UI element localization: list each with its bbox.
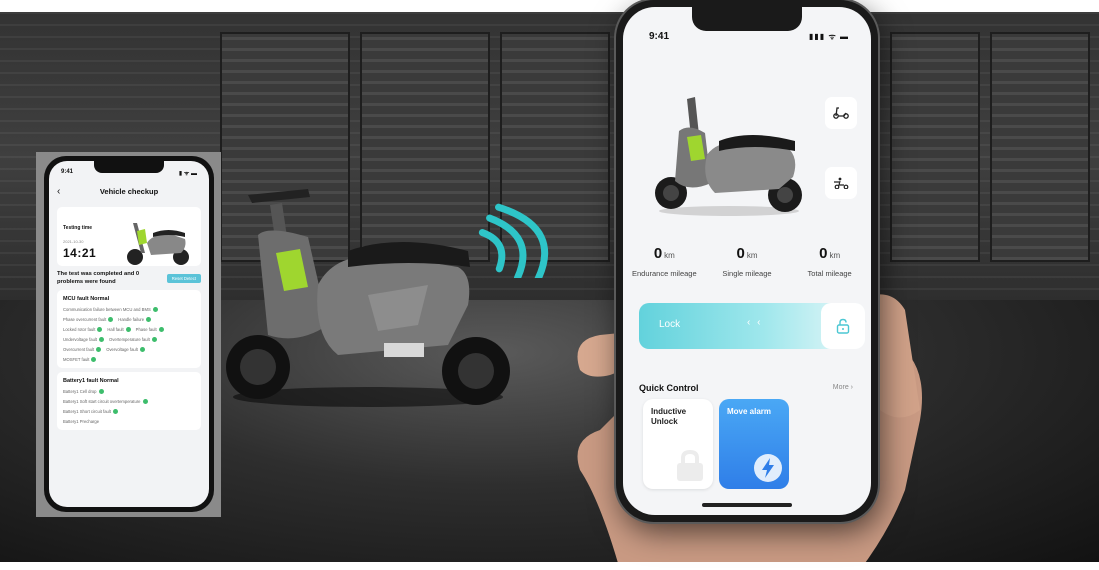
fault-item: Locked rotor fault	[63, 327, 103, 332]
home-indicator[interactable]	[702, 503, 792, 507]
rider-mode-button[interactable]	[825, 167, 857, 199]
mcu-section-title: MCU fault Normal	[63, 296, 110, 302]
scooter-mode-button[interactable]	[825, 97, 857, 129]
fault-item: Communication failure between MCU and BM…	[63, 307, 195, 312]
left-status-icons: ▮ ᯤ ▬	[178, 171, 197, 177]
lock-slider-handle[interactable]	[821, 303, 865, 349]
check-icon	[152, 307, 158, 312]
move-alarm-card[interactable]: Move alarm	[719, 399, 789, 489]
right-phone-frame: 9:41 ▮▮▮ ᯤ ▬ 0 km Endurance mileage 0 km…	[616, 0, 878, 522]
result-text: The test was completed and 0 problems we…	[57, 271, 140, 285]
check-icon	[151, 337, 157, 342]
fault-item: Battery1 Soft start circuit overtemperat…	[63, 399, 195, 404]
page-title: Vehicle checkup	[99, 187, 159, 196]
battery-items: Battery1 Cell drop Battery1 Soft start c…	[63, 389, 195, 424]
fault-item: Overtemperature fault	[109, 337, 157, 342]
padlock-icon	[677, 449, 703, 481]
wall-panel	[890, 32, 980, 262]
fault-item: Phase overcurrent fault	[63, 317, 114, 322]
mcu-fault-section: MCU fault Normal Communication failure b…	[57, 290, 201, 368]
check-icon	[108, 317, 114, 322]
mcu-items: Communication failure between MCU and BM…	[63, 307, 195, 362]
lock-slider[interactable]: Lock ‹ ‹	[639, 303, 865, 349]
right-status-icons: ▮▮▮ ᯤ ▬	[809, 32, 849, 41]
check-icon	[98, 389, 104, 394]
bottom-white-strip	[0, 562, 1099, 570]
battery-fault-section: Battery1 fault Normal Battery1 Cell drop…	[57, 372, 201, 430]
quick-control-heading: Quick Control	[639, 383, 699, 393]
left-phone-notch	[94, 161, 164, 173]
fault-item: Overvoltage fault	[106, 347, 145, 352]
fault-item: Battery1 Precharge	[63, 419, 100, 424]
check-icon	[97, 327, 103, 332]
fault-item: Phase fault	[136, 327, 164, 332]
check-icon	[112, 409, 118, 414]
left-phone-frame: 9:41 ▮ ᯤ ▬ ‹ Vehicle checkup Testing tim…	[44, 156, 214, 512]
slide-arrows-icon: ‹ ‹	[747, 317, 763, 328]
endurance-mileage-stat: 0 km Endurance mileage	[632, 245, 697, 278]
single-mileage-stat: 0 km Single mileage	[722, 245, 772, 278]
scooter-image	[226, 189, 510, 407]
card-label: Move alarm	[727, 407, 772, 416]
right-phone-screen: 9:41 ▮▮▮ ᯤ ▬ 0 km Endurance mileage 0 km…	[623, 7, 871, 515]
wall-panel	[990, 32, 1090, 262]
total-mileage-stat: 0 km Total mileage	[807, 245, 852, 278]
right-status-time: 9:41	[649, 31, 670, 42]
fault-item: MOSFET fault	[63, 357, 195, 362]
right-phone-notch	[692, 7, 802, 31]
result-row: The test was completed and 0 problems we…	[57, 270, 201, 286]
check-icon	[142, 399, 148, 404]
check-icon	[139, 347, 145, 352]
lock-label: Lock	[659, 319, 681, 330]
reset-detect-button[interactable]: Reset Detect	[166, 273, 201, 283]
left-nav-bar: ‹ Vehicle checkup	[49, 177, 209, 203]
fault-item: Undervoltage fault	[63, 337, 104, 342]
fault-item: Battery1 Short circuit fault	[63, 409, 195, 414]
check-icon	[125, 327, 131, 332]
back-arrow-icon[interactable]: ‹	[57, 186, 75, 197]
scooter-icon	[833, 107, 849, 119]
battery-section-title: Battery1 fault Normal	[63, 378, 119, 384]
inductive-unlock-card[interactable]: Inductive Unlock	[643, 399, 713, 489]
fault-item: Overcurrent fault	[63, 347, 102, 352]
left-status-time: 9:41	[61, 169, 74, 175]
scooter-hero-image	[655, 97, 802, 216]
fault-item: Battery1 Cell drop	[63, 389, 195, 394]
rider-icon	[834, 177, 849, 189]
mileage-stats: 0 km Endurance mileage 0 km Single mileage…	[623, 245, 871, 278]
card-label: Inductive Unlock	[651, 407, 687, 426]
fault-item: Handle failure	[118, 317, 152, 322]
unlock-icon	[836, 318, 850, 334]
check-icon	[99, 337, 104, 342]
checkup-summary-card: Testing time 2021-10-30 14:21	[57, 207, 201, 266]
more-link[interactable]: More ›	[833, 384, 853, 391]
check-icon	[91, 357, 97, 362]
lightning-icon	[754, 454, 782, 482]
check-icon	[96, 347, 102, 352]
check-icon	[158, 327, 164, 332]
scooter-thumbnail	[127, 223, 189, 265]
left-phone-screen: 9:41 ▮ ᯤ ▬ ‹ Vehicle checkup Testing tim…	[49, 161, 209, 507]
vehicle-checkup-screenshot: 9:41 ▮ ᯤ ▬ ‹ Vehicle checkup Testing tim…	[36, 152, 221, 517]
fault-item: Hall fault	[107, 327, 131, 332]
wireless-signal-icon	[478, 203, 548, 278]
check-icon	[146, 317, 152, 322]
